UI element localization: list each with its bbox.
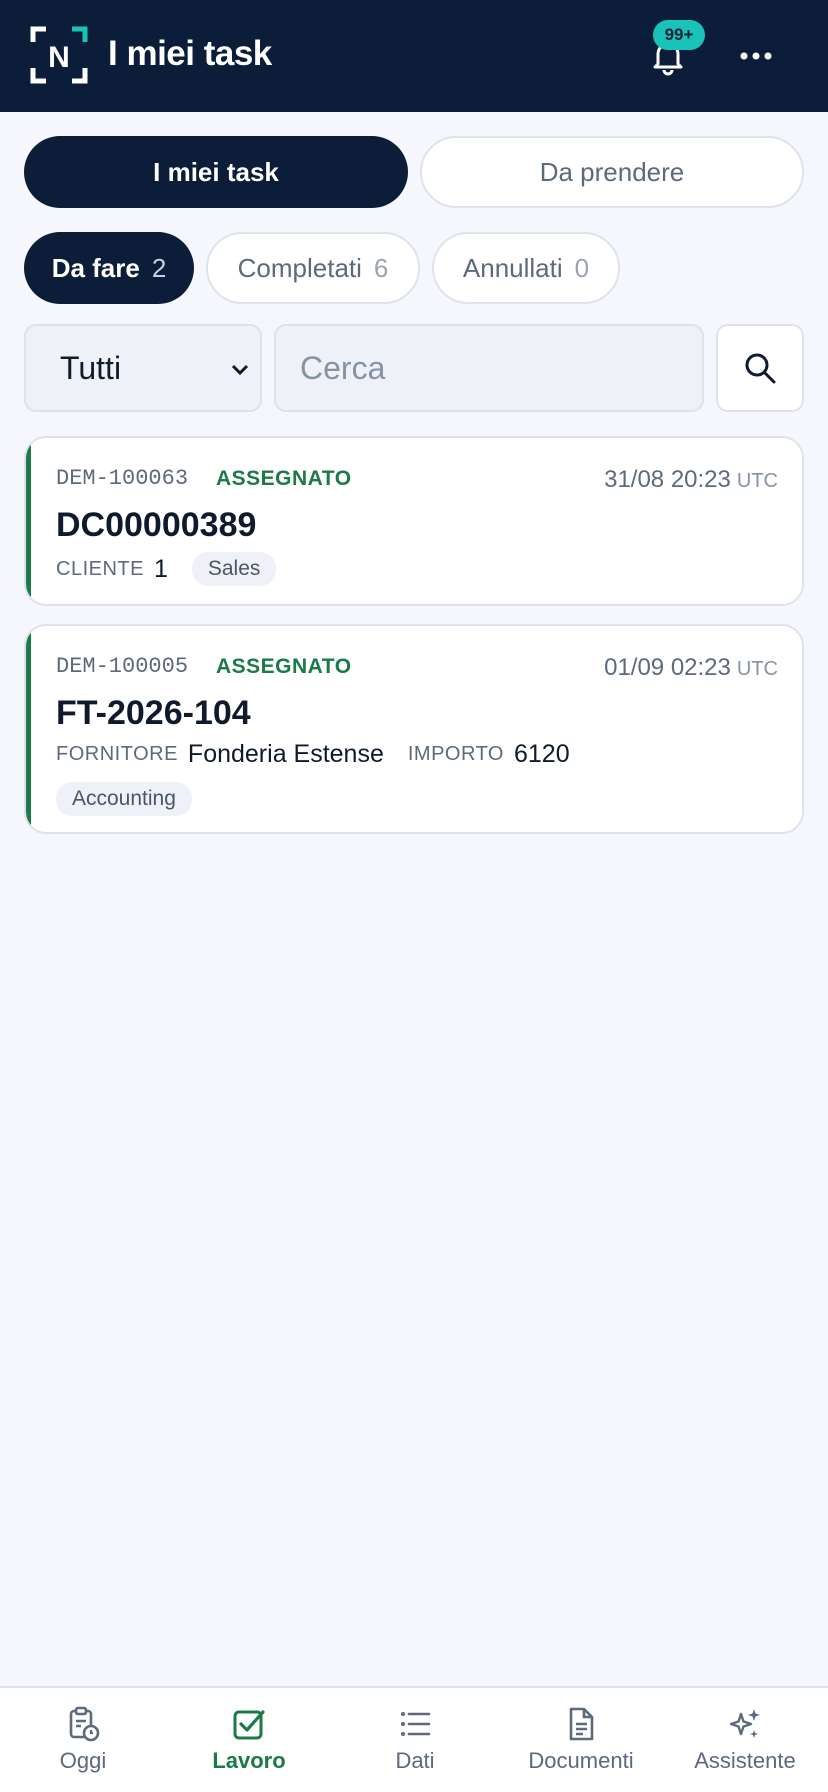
- meta-label: IMPORTO: [407, 743, 504, 765]
- document-icon: [569, 1707, 594, 1741]
- chip-label: Annullati: [462, 252, 563, 283]
- chip-cancelled[interactable]: Annullati 0: [432, 232, 620, 304]
- search-input[interactable]: [274, 324, 704, 412]
- task-timestamp: 01/09 02:23 UTC: [604, 654, 778, 682]
- task-title: FT-2026-104: [56, 694, 251, 732]
- task-card[interactable]: DEM-100005 ASSEGNATO 01/09 02:23 UTC FT-2…: [24, 624, 804, 834]
- timestamp-value: 01/09 02:23: [604, 654, 731, 681]
- chip-completed[interactable]: Completati 6: [206, 232, 420, 304]
- notifications-badge: 99+: [653, 20, 705, 50]
- chip-count: 0: [574, 252, 590, 283]
- nav-item-lavoro[interactable]: Lavoro: [166, 1688, 332, 1792]
- chevron-down-icon: [231, 364, 249, 376]
- task-tag: Accounting: [56, 782, 192, 816]
- sparkle-icon: [729, 1709, 760, 1738]
- timestamp-value: 31/08 20:23: [604, 466, 731, 493]
- nav-item-assistente[interactable]: Assistente: [662, 1688, 828, 1792]
- page-title: I miei task: [108, 34, 272, 73]
- task-timestamp: 31/08 20:23 UTC: [604, 466, 778, 494]
- meta-value: 6120: [513, 740, 570, 768]
- checkbox-icon: [233, 1710, 265, 1740]
- task-meta: FORNITORE Fonderia Estense IMPORTO 6120: [56, 740, 584, 769]
- task-id: DEM-100005: [56, 654, 189, 679]
- chip-todo[interactable]: Da fare 2: [24, 232, 194, 304]
- search-button[interactable]: [716, 324, 804, 412]
- list-icon: [401, 1712, 431, 1736]
- logo-letter: N: [48, 41, 70, 74]
- meta-value: 1: [153, 554, 168, 583]
- select-value: Tutti: [60, 349, 122, 386]
- nav-item-oggi[interactable]: Oggi: [0, 1688, 166, 1792]
- task-id: DEM-100063: [56, 466, 189, 491]
- task-card-header: DEM-100063 ASSEGNATO 31/08 20:23 UTC: [56, 466, 778, 496]
- nav-item-documenti[interactable]: Documenti: [498, 1688, 664, 1792]
- task-status: ASSEGNATO: [216, 655, 352, 678]
- app-header: N I miei task 99+: [0, 0, 828, 112]
- meta-value: Fonderia Estense: [187, 740, 384, 768]
- task-card[interactable]: DEM-100063 ASSEGNATO 31/08 20:23 UTC DC00…: [24, 436, 804, 606]
- timezone-label: UTC: [736, 470, 778, 492]
- chip-label: Da fare: [51, 252, 140, 283]
- nav-label: Assistente: [694, 1748, 796, 1773]
- meta-label: FORNITORE: [56, 743, 178, 765]
- task-card-header: DEM-100005 ASSEGNATO 01/09 02:23 UTC: [56, 654, 778, 684]
- clipboard-clock-icon: [69, 1706, 100, 1742]
- timezone-label: UTC: [736, 658, 778, 680]
- task-tag: Sales: [191, 552, 277, 586]
- nav-label: Documenti: [528, 1748, 634, 1773]
- bottom-nav: Oggi Lavoro Dati Documenti Assistente: [0, 1686, 828, 1792]
- meta-label: CLIENTE: [56, 557, 144, 580]
- nav-item-dati[interactable]: Dati: [332, 1688, 498, 1792]
- nav-label: Dati: [395, 1748, 435, 1773]
- segment-my-tasks[interactable]: I miei task: [24, 136, 408, 208]
- task-meta: CLIENTE 1 Sales: [56, 552, 277, 586]
- chip-label: Completati: [237, 252, 362, 283]
- type-select[interactable]: Tutti: [24, 324, 262, 412]
- segment-to-take[interactable]: Da prendere: [420, 136, 804, 208]
- nav-label: Lavoro: [212, 1748, 286, 1773]
- more-options-icon[interactable]: [738, 38, 774, 74]
- task-title: DC00000389: [56, 506, 257, 544]
- search-icon: [745, 353, 776, 384]
- task-status: ASSEGNATO: [216, 467, 352, 490]
- chip-count: 2: [151, 252, 167, 283]
- chip-count: 6: [373, 252, 389, 283]
- nav-label: Oggi: [59, 1748, 107, 1773]
- app-logo-icon: N: [30, 26, 88, 84]
